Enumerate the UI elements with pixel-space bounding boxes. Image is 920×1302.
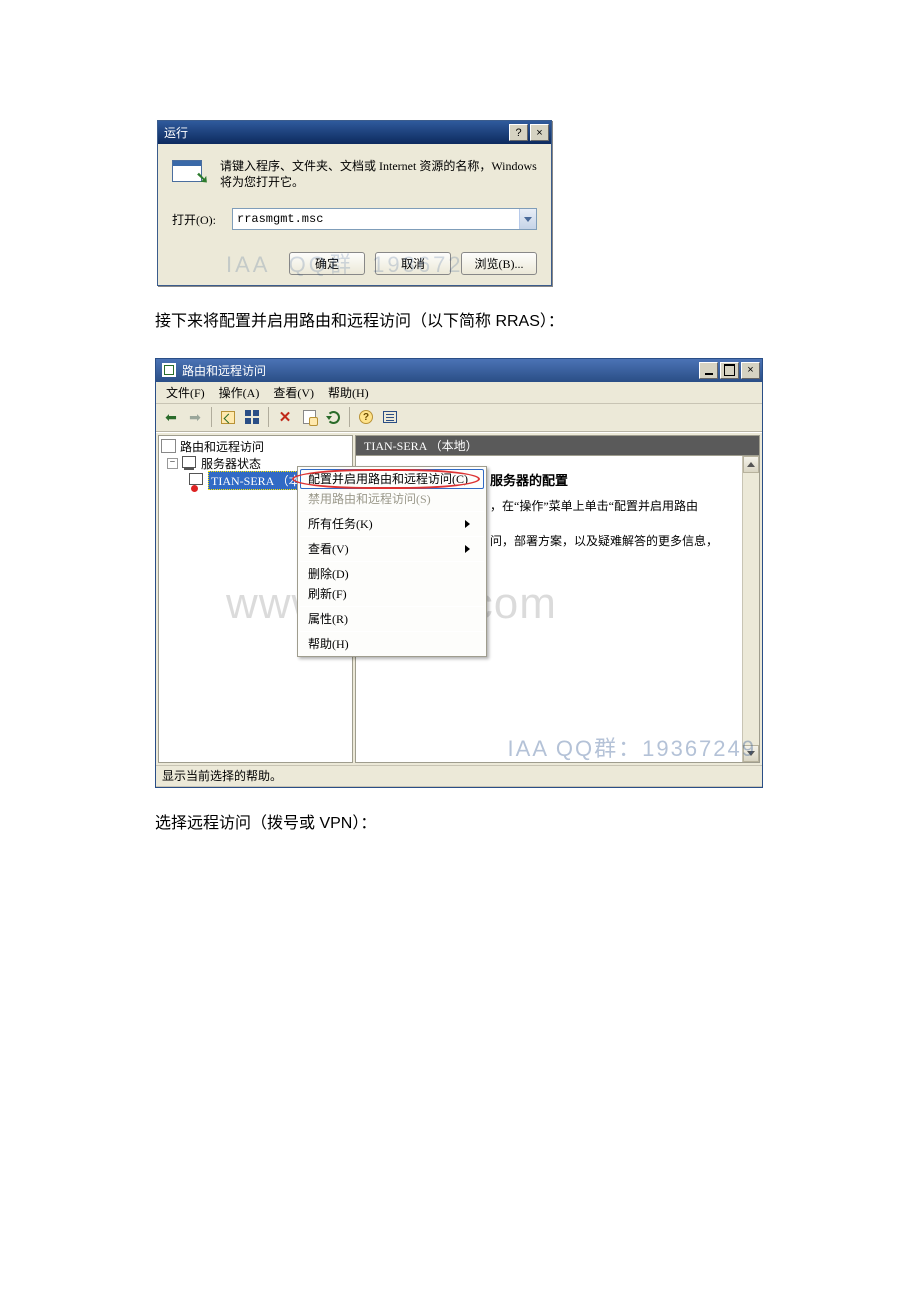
run-icon: ➘ [172, 160, 206, 186]
context-menu: 配置并启用路由和远程访问(C) 禁用路由和远程访问(S) 所有任务(K) 查看(… [297, 466, 487, 657]
ctx-view[interactable]: 查看(V) [298, 539, 486, 559]
menu-action[interactable]: 操作(A) [213, 382, 266, 403]
ctx-all-tasks[interactable]: 所有任务(K) [298, 514, 486, 534]
tree-root[interactable]: 路由和远程访问 [161, 438, 350, 455]
ctx-delete-label: 删除(D) [308, 565, 349, 582]
content-header: TIAN-SERA （本地） [355, 435, 760, 455]
up-folder-icon[interactable] [217, 406, 239, 428]
ctx-delete[interactable]: 删除(D) [298, 564, 486, 584]
ctx-disable: 禁用路由和远程访问(S) [298, 489, 486, 509]
ctx-help[interactable]: 帮助(H) [298, 634, 486, 654]
rras-app-icon [162, 363, 176, 377]
ctx-properties[interactable]: 属性(R) [298, 609, 486, 629]
ok-button[interactable]: 确定 [289, 252, 365, 275]
tree-status-label: 服务器状态 [201, 455, 261, 472]
statusbar: 显示当前选择的帮助。 [156, 765, 762, 787]
back-icon[interactable]: ⬅ [160, 406, 182, 428]
run-dialog-title: 运行 [164, 124, 188, 141]
open-input[interactable] [233, 209, 519, 229]
scroll-up-icon[interactable] [743, 456, 759, 473]
content-line-1: ，在“操作”菜单上单击“配置并启用路由 [490, 497, 745, 514]
ctx-refresh-label: 刷新(F) [308, 585, 347, 602]
ctx-disable-label: 禁用路由和远程访问(S) [308, 490, 431, 507]
delete-icon[interactable]: ✕ [274, 406, 296, 428]
close-icon[interactable]: × [530, 124, 549, 141]
menu-view[interactable]: 查看(V) [267, 382, 320, 403]
caption-2: 选择远程访问（拨号或 VPN）： [155, 810, 765, 837]
maximize-icon[interactable] [720, 362, 739, 379]
tree-root-label: 路由和远程访问 [180, 438, 264, 455]
rras-title: 路由和远程访问 [182, 362, 266, 379]
ctx-refresh[interactable]: 刷新(F) [298, 584, 486, 604]
toolbar: ⬅ ➡ ✕ ? [156, 404, 762, 432]
chevron-down-icon[interactable] [519, 209, 536, 229]
open-combobox[interactable] [232, 208, 537, 230]
ctx-properties-label: 属性(R) [308, 610, 348, 627]
caption-1: 接下来将配置并启用路由和远程访问（以下简称 RRAS）： [155, 308, 765, 335]
menubar: 文件(F) 操作(A) 查看(V) 帮助(H) [156, 382, 762, 404]
ctx-alltasks-label: 所有任务(K) [308, 515, 373, 532]
open-label: 打开(O): [172, 211, 232, 228]
chevron-right-icon [465, 520, 470, 528]
run-description: 请键入程序、文件夹、文档或 Internet 资源的名称，Windows 将为您… [220, 158, 537, 190]
vertical-scrollbar[interactable] [742, 456, 759, 762]
menu-file[interactable]: 文件(F) [160, 382, 211, 403]
cancel-button[interactable]: 取消 [375, 252, 451, 275]
content-header-text: TIAN-SERA （本地） [364, 437, 478, 454]
ctx-configure-label: 配置并启用路由和远程访问(C) [308, 470, 468, 487]
scroll-down-icon[interactable] [743, 745, 759, 762]
server-local-icon [189, 473, 204, 487]
content-title: 服务器的配置 [490, 470, 745, 489]
help-icon[interactable]: ? [355, 406, 377, 428]
help-icon[interactable]: ? [509, 124, 528, 141]
rras-titlebar[interactable]: 路由和远程访问 × [156, 359, 762, 382]
minimize-icon[interactable] [699, 362, 718, 379]
refresh-icon[interactable] [322, 406, 344, 428]
statusbar-text: 显示当前选择的帮助。 [162, 767, 282, 784]
browse-button[interactable]: 浏览(B)... [461, 252, 537, 275]
menu-help[interactable]: 帮助(H) [322, 382, 375, 403]
properties-icon[interactable] [298, 406, 320, 428]
content-line-2: 问，部署方案，以及疑难解答的更多信息， [490, 532, 745, 549]
list-icon[interactable] [379, 406, 401, 428]
run-dialog: 运行 ? × ➘ 请键入程序、文件夹、文档或 Internet 资源的名称，Wi… [157, 120, 552, 286]
run-dialog-titlebar[interactable]: 运行 ? × [158, 121, 551, 144]
show-hide-tree-icon[interactable] [241, 406, 263, 428]
ctx-view-label: 查看(V) [308, 540, 349, 557]
rras-root-icon [161, 439, 176, 453]
ctx-help-label: 帮助(H) [308, 635, 349, 652]
collapse-icon[interactable]: − [167, 458, 178, 469]
server-status-icon [182, 456, 197, 470]
close-icon[interactable]: × [741, 362, 760, 379]
chevron-right-icon [465, 545, 470, 553]
ctx-configure-enable[interactable]: 配置并启用路由和远程访问(C) [298, 469, 486, 489]
forward-icon: ➡ [184, 406, 206, 428]
